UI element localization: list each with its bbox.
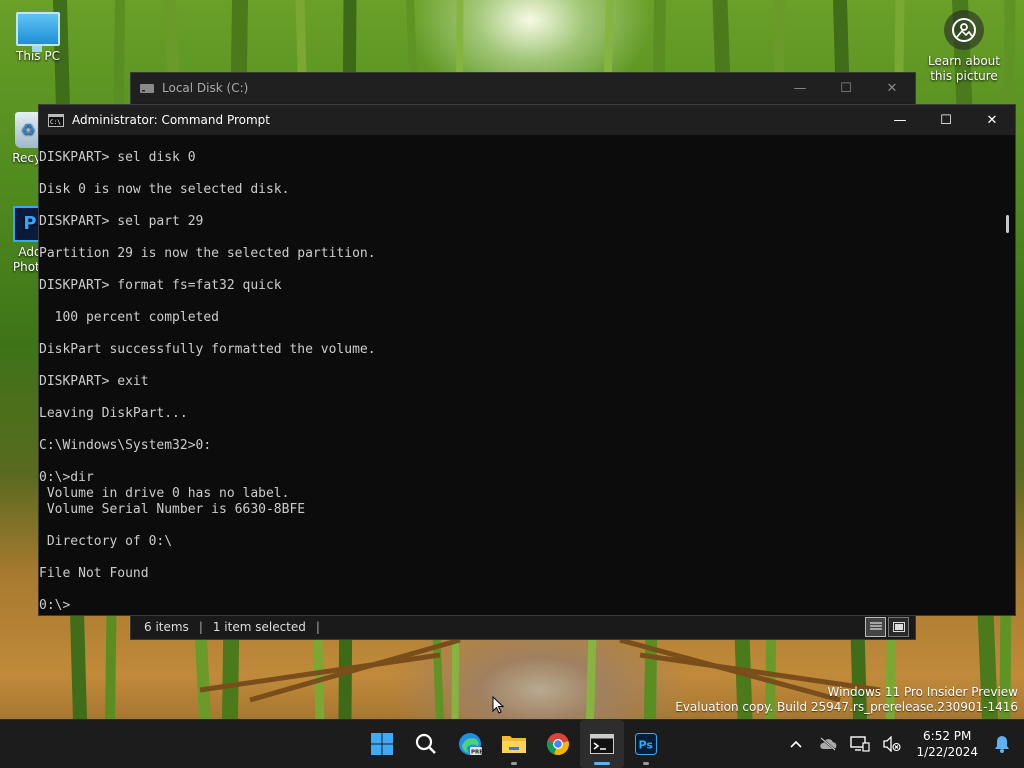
network-icon <box>850 736 871 752</box>
command-prompt-window[interactable]: C:\ Administrator: Command Prompt — ☐ ✕ … <box>38 104 1016 616</box>
mouse-cursor-icon <box>492 696 504 714</box>
windows-logo-icon <box>371 733 393 755</box>
taskbar-chrome-button[interactable] <box>536 720 580 768</box>
details-view-button[interactable] <box>865 617 886 637</box>
cmd-titlebar[interactable]: C:\ Administrator: Command Prompt — ☐ ✕ <box>39 105 1015 135</box>
watermark-build: Evaluation copy. Build 25947.rs_prerelea… <box>675 700 1018 714</box>
running-indicator <box>511 762 517 765</box>
folder-icon <box>502 736 526 753</box>
console-line: 100 percent completed <box>39 310 220 325</box>
status-divider: | <box>315 620 320 634</box>
console-line: Partition 29 is now the selected partiti… <box>39 246 376 261</box>
tiles-view-button[interactable] <box>888 617 909 637</box>
console-line: Directory of 0:\ <box>39 534 173 549</box>
photoshop-icon: Ps <box>635 733 657 755</box>
console-line: Volume Serial Number is 6630-8BFE <box>39 502 306 517</box>
taskbar-file-explorer-button[interactable] <box>492 720 536 768</box>
console-scroll-thumb[interactable] <box>1006 215 1009 233</box>
console-line: DISKPART> sel part 29 <box>39 214 204 229</box>
tiles-view-icon <box>892 622 905 632</box>
explorer-maximize-button[interactable]: ☐ <box>823 73 869 103</box>
console-line: 0:\> <box>39 598 71 613</box>
taskbar-photoshop-button[interactable]: Ps <box>624 720 668 768</box>
taskbar-terminal-button[interactable] <box>580 720 624 768</box>
learn-about-picture-label: Learn about this picture <box>928 54 1000 83</box>
search-button[interactable] <box>404 720 448 768</box>
taskbar-edge-button[interactable]: PRE <box>448 720 492 768</box>
windows-watermark: Windows 11 Pro Insider Preview Evaluatio… <box>675 685 1018 715</box>
status-divider: | <box>198 620 203 634</box>
volume-button[interactable] <box>876 736 908 752</box>
chevron-up-icon <box>790 740 803 748</box>
cloud-offline-icon <box>820 737 837 751</box>
taskbar: PRE Ps 6:52 PM 1/22/2024 <box>0 719 1024 768</box>
console-line: C:\Windows\System32>0: <box>39 438 212 453</box>
edge-icon: PRE <box>459 733 483 756</box>
bell-icon <box>995 736 1009 753</box>
explorer-statusbar: 6 items | 1 item selected | <box>131 615 915 639</box>
watermark-edition: Windows 11 Pro Insider Preview <box>827 685 1018 699</box>
monitor-icon <box>16 12 60 52</box>
network-button[interactable] <box>844 736 876 752</box>
console-line: DISKPART> exit <box>39 374 149 389</box>
console-scrollbar[interactable] <box>1001 135 1013 615</box>
explorer-close-button[interactable]: ✕ <box>869 73 915 103</box>
clock-date: 1/22/2024 <box>916 745 978 759</box>
system-tray: 6:52 PM 1/22/2024 <box>780 720 1024 768</box>
search-icon <box>415 733 436 754</box>
console-line: 0:\>dir <box>39 470 94 485</box>
console-line: File Not Found <box>39 566 149 581</box>
show-hidden-icons-button[interactable] <box>780 739 812 749</box>
console-line: Volume in drive 0 has no label. <box>39 486 290 501</box>
cmd-maximize-button[interactable]: ☐ <box>923 105 969 135</box>
status-selection: 1 item selected <box>212 620 306 634</box>
chrome-icon <box>546 733 569 756</box>
start-button[interactable] <box>360 720 404 768</box>
cmd-title: Administrator: Command Prompt <box>72 113 270 127</box>
cmd-close-button[interactable]: ✕ <box>969 105 1015 135</box>
active-indicator <box>594 762 610 765</box>
svg-text:Ps: Ps <box>639 739 654 752</box>
status-item-count: 6 items <box>144 620 189 634</box>
svg-text:C:\: C:\ <box>50 119 61 126</box>
onedrive-button[interactable] <box>812 737 844 751</box>
explorer-titlebar[interactable]: Local Disk (C:) — ☐ ✕ <box>131 73 915 103</box>
console-line: Disk 0 is now the selected disk. <box>39 182 290 197</box>
drive-icon <box>140 84 154 93</box>
taskbar-clock[interactable]: 6:52 PM 1/22/2024 <box>908 728 986 760</box>
cmd-minimize-button[interactable]: — <box>877 105 923 135</box>
terminal-icon <box>590 734 614 754</box>
console-line: DiskPart successfully formatted the volu… <box>39 342 376 357</box>
explorer-title: Local Disk (C:) <box>162 81 249 95</box>
svg-text:PRE: PRE <box>471 750 483 756</box>
details-view-icon <box>869 622 882 630</box>
speaker-muted-icon <box>883 736 902 752</box>
explorer-minimize-button[interactable]: — <box>777 73 823 103</box>
clock-time: 6:52 PM <box>923 729 972 743</box>
learn-about-picture[interactable]: Learn about this picture <box>918 10 1010 84</box>
console-line: DISKPART> format fs=fat32 quick <box>39 278 282 293</box>
console-line: Leaving DiskPart... <box>39 406 188 421</box>
camera-icon <box>944 10 984 50</box>
cmd-app-icon: C:\ <box>48 113 64 127</box>
desktop-icon-this-pc[interactable]: This PC <box>2 12 74 63</box>
notifications-button[interactable] <box>986 735 1018 753</box>
console-output[interactable]: DISKPART> sel disk 0 Disk 0 is now the s… <box>39 135 999 615</box>
running-indicator <box>643 762 649 765</box>
console-line: DISKPART> sel disk 0 <box>39 150 196 165</box>
